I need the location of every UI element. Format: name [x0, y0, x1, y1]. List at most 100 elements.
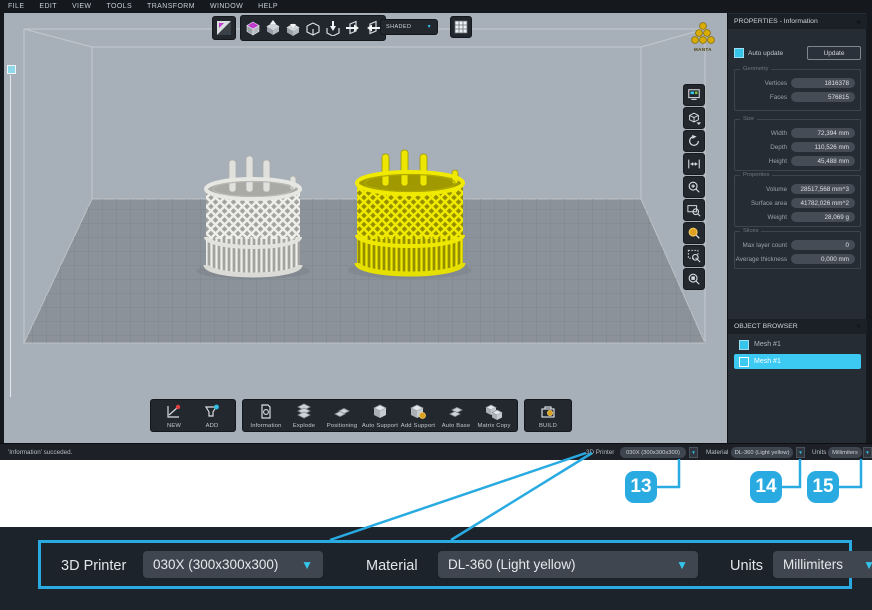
build-label: BUILD — [539, 423, 557, 429]
max-layer-count-value: 0 — [791, 240, 855, 250]
material-select[interactable]: DL-360 (Light yellow) ▼ — [438, 551, 698, 578]
volume-row: Volume 28517,568 mm^3 — [735, 182, 860, 196]
max-layer-count-label: Max layer count — [735, 242, 787, 249]
printer-select[interactable]: 030X (300x300x300) ▼ — [143, 551, 323, 578]
printer-select[interactable]: 030X (300x300x300) — [620, 447, 686, 458]
mesh-visibility-checkbox[interactable] — [739, 340, 749, 350]
new-button[interactable]: NEW — [155, 403, 193, 429]
view-orientation-toolbar — [240, 15, 386, 41]
rotate-view-button[interactable] — [683, 107, 705, 129]
slices-group: Slices Max layer count 0 Average thickne… — [734, 231, 861, 269]
update-button[interactable]: Update — [807, 46, 861, 60]
height-row: Height 45,488 mm — [735, 154, 860, 168]
add-icon — [203, 403, 221, 421]
mesh-item-label: Mesh #1 — [754, 358, 781, 365]
logo-pyramid-icon — [688, 21, 718, 47]
viewport-3d[interactable]: SHADED ▼ MANTA — [4, 13, 727, 443]
matrix-copy-label: Matrix Copy — [477, 423, 510, 429]
object-browser-item-selected[interactable]: Mesh #1 — [734, 354, 861, 369]
menu-transform[interactable]: TRANSFORM — [147, 3, 195, 10]
chevron-down-icon: ▼ — [427, 24, 432, 30]
auto-base-icon — [447, 403, 465, 421]
menu-file[interactable]: FILE — [8, 3, 24, 10]
information-button[interactable]: Information — [247, 403, 285, 429]
units-value: Millimiters — [783, 557, 843, 572]
view-bottom-button[interactable] — [324, 18, 342, 38]
menu-view[interactable]: VIEW — [72, 3, 92, 10]
close-icon[interactable]: ✕ — [856, 323, 861, 330]
add-button[interactable]: ADD — [193, 403, 231, 429]
auto-support-button[interactable]: Auto Support — [361, 403, 399, 429]
shading-mode-dropdown[interactable]: SHADED ▼ — [380, 19, 438, 35]
view-back-button[interactable] — [304, 18, 322, 38]
view-navigation-toolbar — [682, 83, 706, 291]
panel-collapse-icon[interactable]: ▸ — [857, 18, 861, 26]
weight-label: Weight — [735, 214, 787, 221]
zoom-region-button[interactable] — [683, 245, 705, 267]
fit-view-button[interactable] — [683, 153, 705, 175]
units-dropdown-button[interactable]: ▼ — [863, 447, 872, 458]
callout-badge-15: 15 — [807, 471, 839, 503]
units-select[interactable]: Millimiters ▼ — [773, 551, 872, 578]
scene-canvas — [4, 13, 727, 443]
new-icon — [165, 403, 183, 421]
chevron-down-icon: ▼ — [865, 450, 869, 455]
material-label: Material — [706, 449, 728, 456]
information-icon — [257, 403, 275, 421]
geometry-group: Geometry Vertices 1816378 Faces 576815 — [734, 69, 861, 111]
zoom-detail-panel: 3D Printer 030X (300x300x300) ▼ Material… — [38, 540, 852, 589]
add-support-button[interactable]: Add Support — [399, 403, 437, 429]
menu-window[interactable]: WINDOW — [210, 3, 243, 10]
menu-help[interactable]: HELP — [258, 3, 278, 10]
slices-group-label: Slices — [740, 228, 761, 234]
object-browser-item[interactable]: Mesh #1 — [734, 337, 861, 352]
zoom-in-icon — [687, 180, 701, 194]
properties-panel-titlebar[interactable]: PROPERTIES - Information ▸ — [728, 14, 867, 29]
printer-dropdown-button[interactable]: ▼ — [689, 447, 698, 458]
material-select[interactable]: DL-360 (Light yellow) — [731, 447, 793, 458]
zoom-in-button[interactable] — [683, 176, 705, 198]
build-icon — [539, 403, 557, 421]
matrix-copy-button[interactable]: Matrix Copy — [475, 403, 513, 429]
material-dropdown-button[interactable]: ▼ — [796, 447, 805, 458]
positioning-button[interactable]: Positioning — [323, 403, 361, 429]
view-iso-button[interactable] — [244, 18, 262, 38]
mesh-visibility-checkbox[interactable] — [739, 357, 749, 367]
view-front-icon — [285, 20, 301, 36]
callout-number: 14 — [755, 476, 776, 498]
menu-tools[interactable]: TOOLS — [106, 3, 132, 10]
zoom-window-button[interactable] — [683, 199, 705, 221]
callout-badge-14: 14 — [750, 471, 782, 503]
model-toolbar-file-group: NEW ADD — [150, 399, 236, 432]
units-label: Units — [730, 558, 763, 574]
auto-base-button[interactable]: Auto Base — [437, 403, 475, 429]
build-button[interactable]: BUILD — [529, 403, 567, 429]
grid-toggle-button[interactable] — [450, 16, 472, 38]
view-top-button[interactable] — [264, 18, 282, 38]
units-select[interactable]: Millimiters — [828, 447, 862, 458]
zoom-extents-button[interactable] — [683, 268, 705, 290]
view-iso-icon — [245, 20, 261, 36]
view-scale-knob[interactable] — [7, 65, 16, 74]
zoom-selected-button[interactable] — [683, 222, 705, 244]
average-thickness-row: Average thickness 0,000 mm — [735, 252, 860, 266]
view-right-icon — [345, 20, 361, 36]
size-group-label: Size — [740, 116, 757, 122]
explode-button[interactable]: Explode — [285, 403, 323, 429]
weight-row: Weight 28,069 g — [735, 210, 860, 224]
printer-label: 3D Printer — [586, 449, 614, 456]
menu-edit[interactable]: EDIT — [39, 3, 57, 10]
positioning-label: Positioning — [327, 423, 358, 429]
zoom-detail-strip: 3D Printer 030X (300x300x300) ▼ Material… — [0, 527, 872, 610]
view-right-button[interactable] — [344, 18, 362, 38]
viewport-layout-button[interactable] — [683, 84, 705, 106]
callout-number: 15 — [812, 476, 833, 498]
average-thickness-label: Average thickness — [735, 256, 787, 263]
view-bottom-icon — [325, 20, 341, 36]
auto-update-checkbox[interactable] — [734, 48, 744, 58]
split-view-button[interactable] — [212, 16, 236, 40]
positioning-icon — [333, 403, 351, 421]
view-front-button[interactable] — [284, 18, 302, 38]
object-browser-titlebar[interactable]: OBJECT BROWSER ✕ — [728, 319, 867, 334]
orbit-reset-button[interactable] — [683, 130, 705, 152]
